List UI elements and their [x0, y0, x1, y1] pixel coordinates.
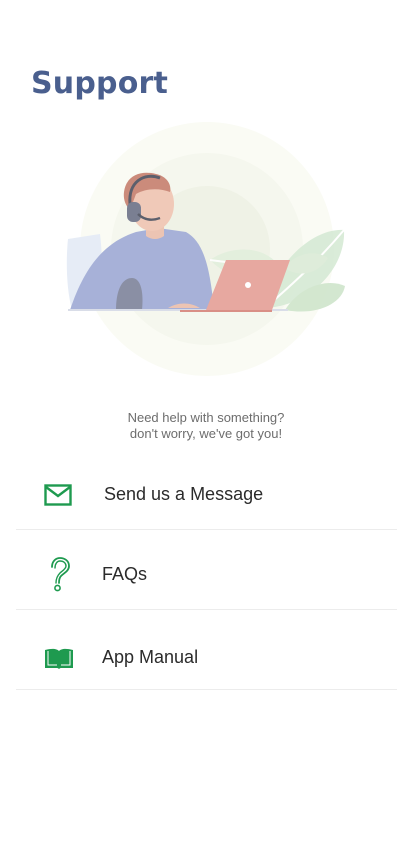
- tagline: Need help with something? don't worry, w…: [0, 410, 412, 442]
- book-icon: [45, 648, 73, 669]
- support-menu: Send us a Message FAQs App Manual: [16, 458, 397, 690]
- support-agent-illustration: [66, 122, 345, 376]
- send-message-label: Send us a Message: [104, 484, 264, 504]
- question-mark-icon: [51, 557, 70, 592]
- tagline-line-2: don't worry, we've got you!: [129, 426, 283, 441]
- faqs-item[interactable]: FAQs: [16, 530, 397, 610]
- app-manual-item[interactable]: App Manual: [16, 610, 397, 690]
- faqs-label: FAQs: [102, 564, 148, 584]
- envelope-icon: [44, 484, 72, 506]
- page-title: Support: [31, 66, 169, 101]
- tagline-line-1: Need help with something?: [127, 410, 285, 425]
- app-manual-label: App Manual: [102, 647, 199, 667]
- send-message-item[interactable]: Send us a Message: [16, 458, 397, 530]
